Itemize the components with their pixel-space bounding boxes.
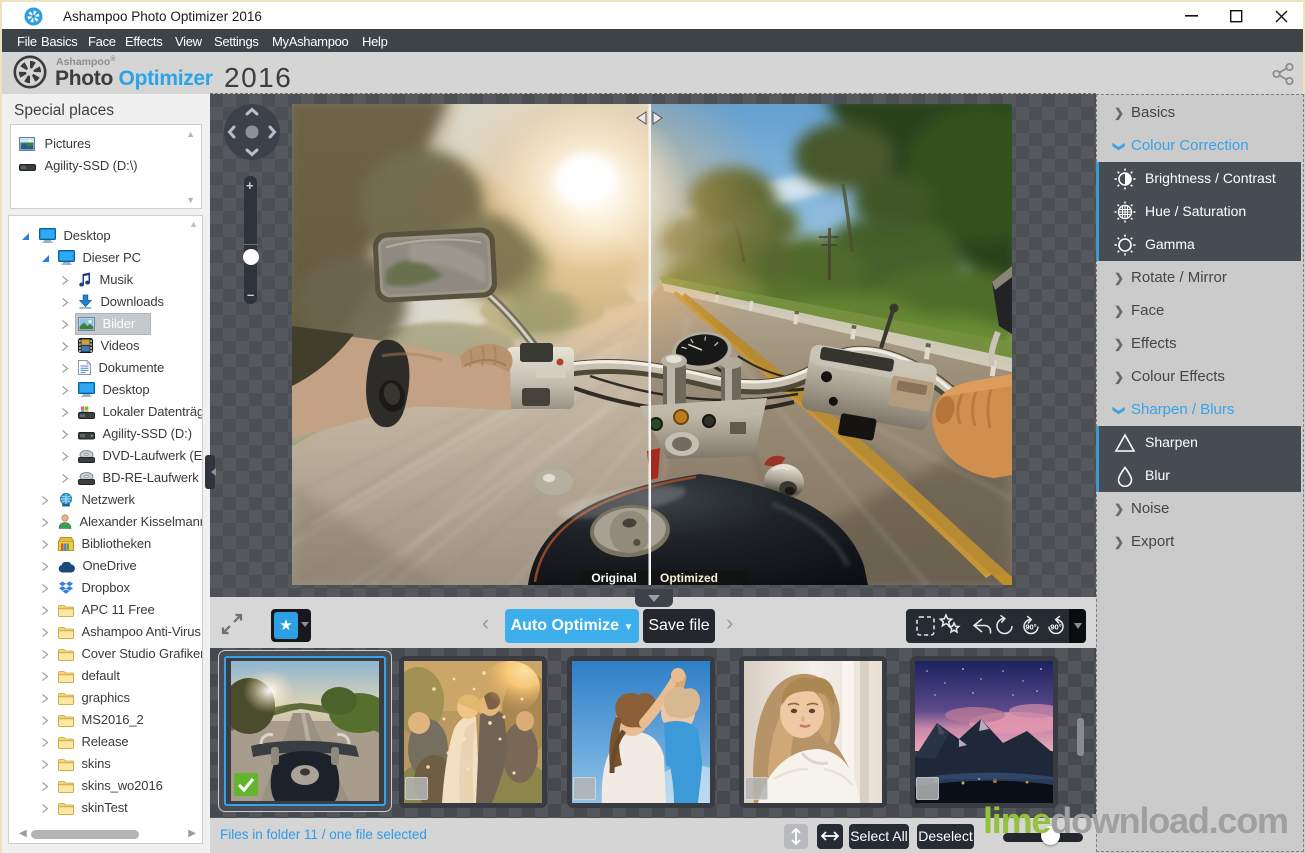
svg-text:90°: 90° [1050,623,1061,632]
svg-text:Original: Original [591,571,636,585]
svg-text:Optimized: Optimized [660,571,718,585]
svg-text:90°: 90° [1025,623,1036,632]
